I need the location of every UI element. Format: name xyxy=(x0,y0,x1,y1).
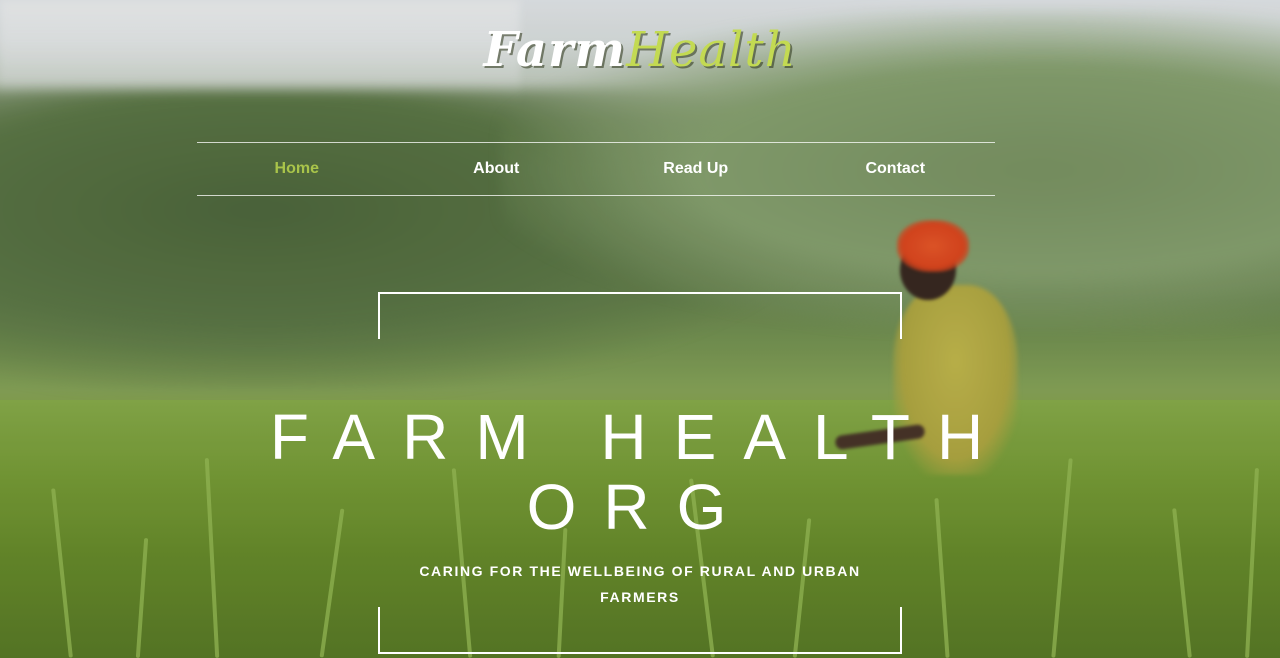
logo-part-farm: Farm xyxy=(483,22,627,78)
hero-tagline: CARING FOR THE WELLBEING OF RURAL AND UR… xyxy=(419,563,861,605)
hero-title: FARM HEALTH ORG xyxy=(269,401,1011,543)
frame-bracket-bottom xyxy=(378,607,902,654)
hero-section: FarmHealth Home About Read Up Contact FA… xyxy=(0,0,1280,658)
nav-read-up[interactable]: Read Up xyxy=(596,143,796,195)
nav-home[interactable]: Home xyxy=(197,143,397,195)
nav-contact[interactable]: Contact xyxy=(796,143,996,195)
frame-bracket-top xyxy=(378,292,902,339)
site-logo[interactable]: FarmHealth xyxy=(0,22,1280,78)
main-nav: Home About Read Up Contact xyxy=(197,142,995,196)
nav-about[interactable]: About xyxy=(397,143,597,195)
logo-part-health: Health xyxy=(626,22,797,78)
